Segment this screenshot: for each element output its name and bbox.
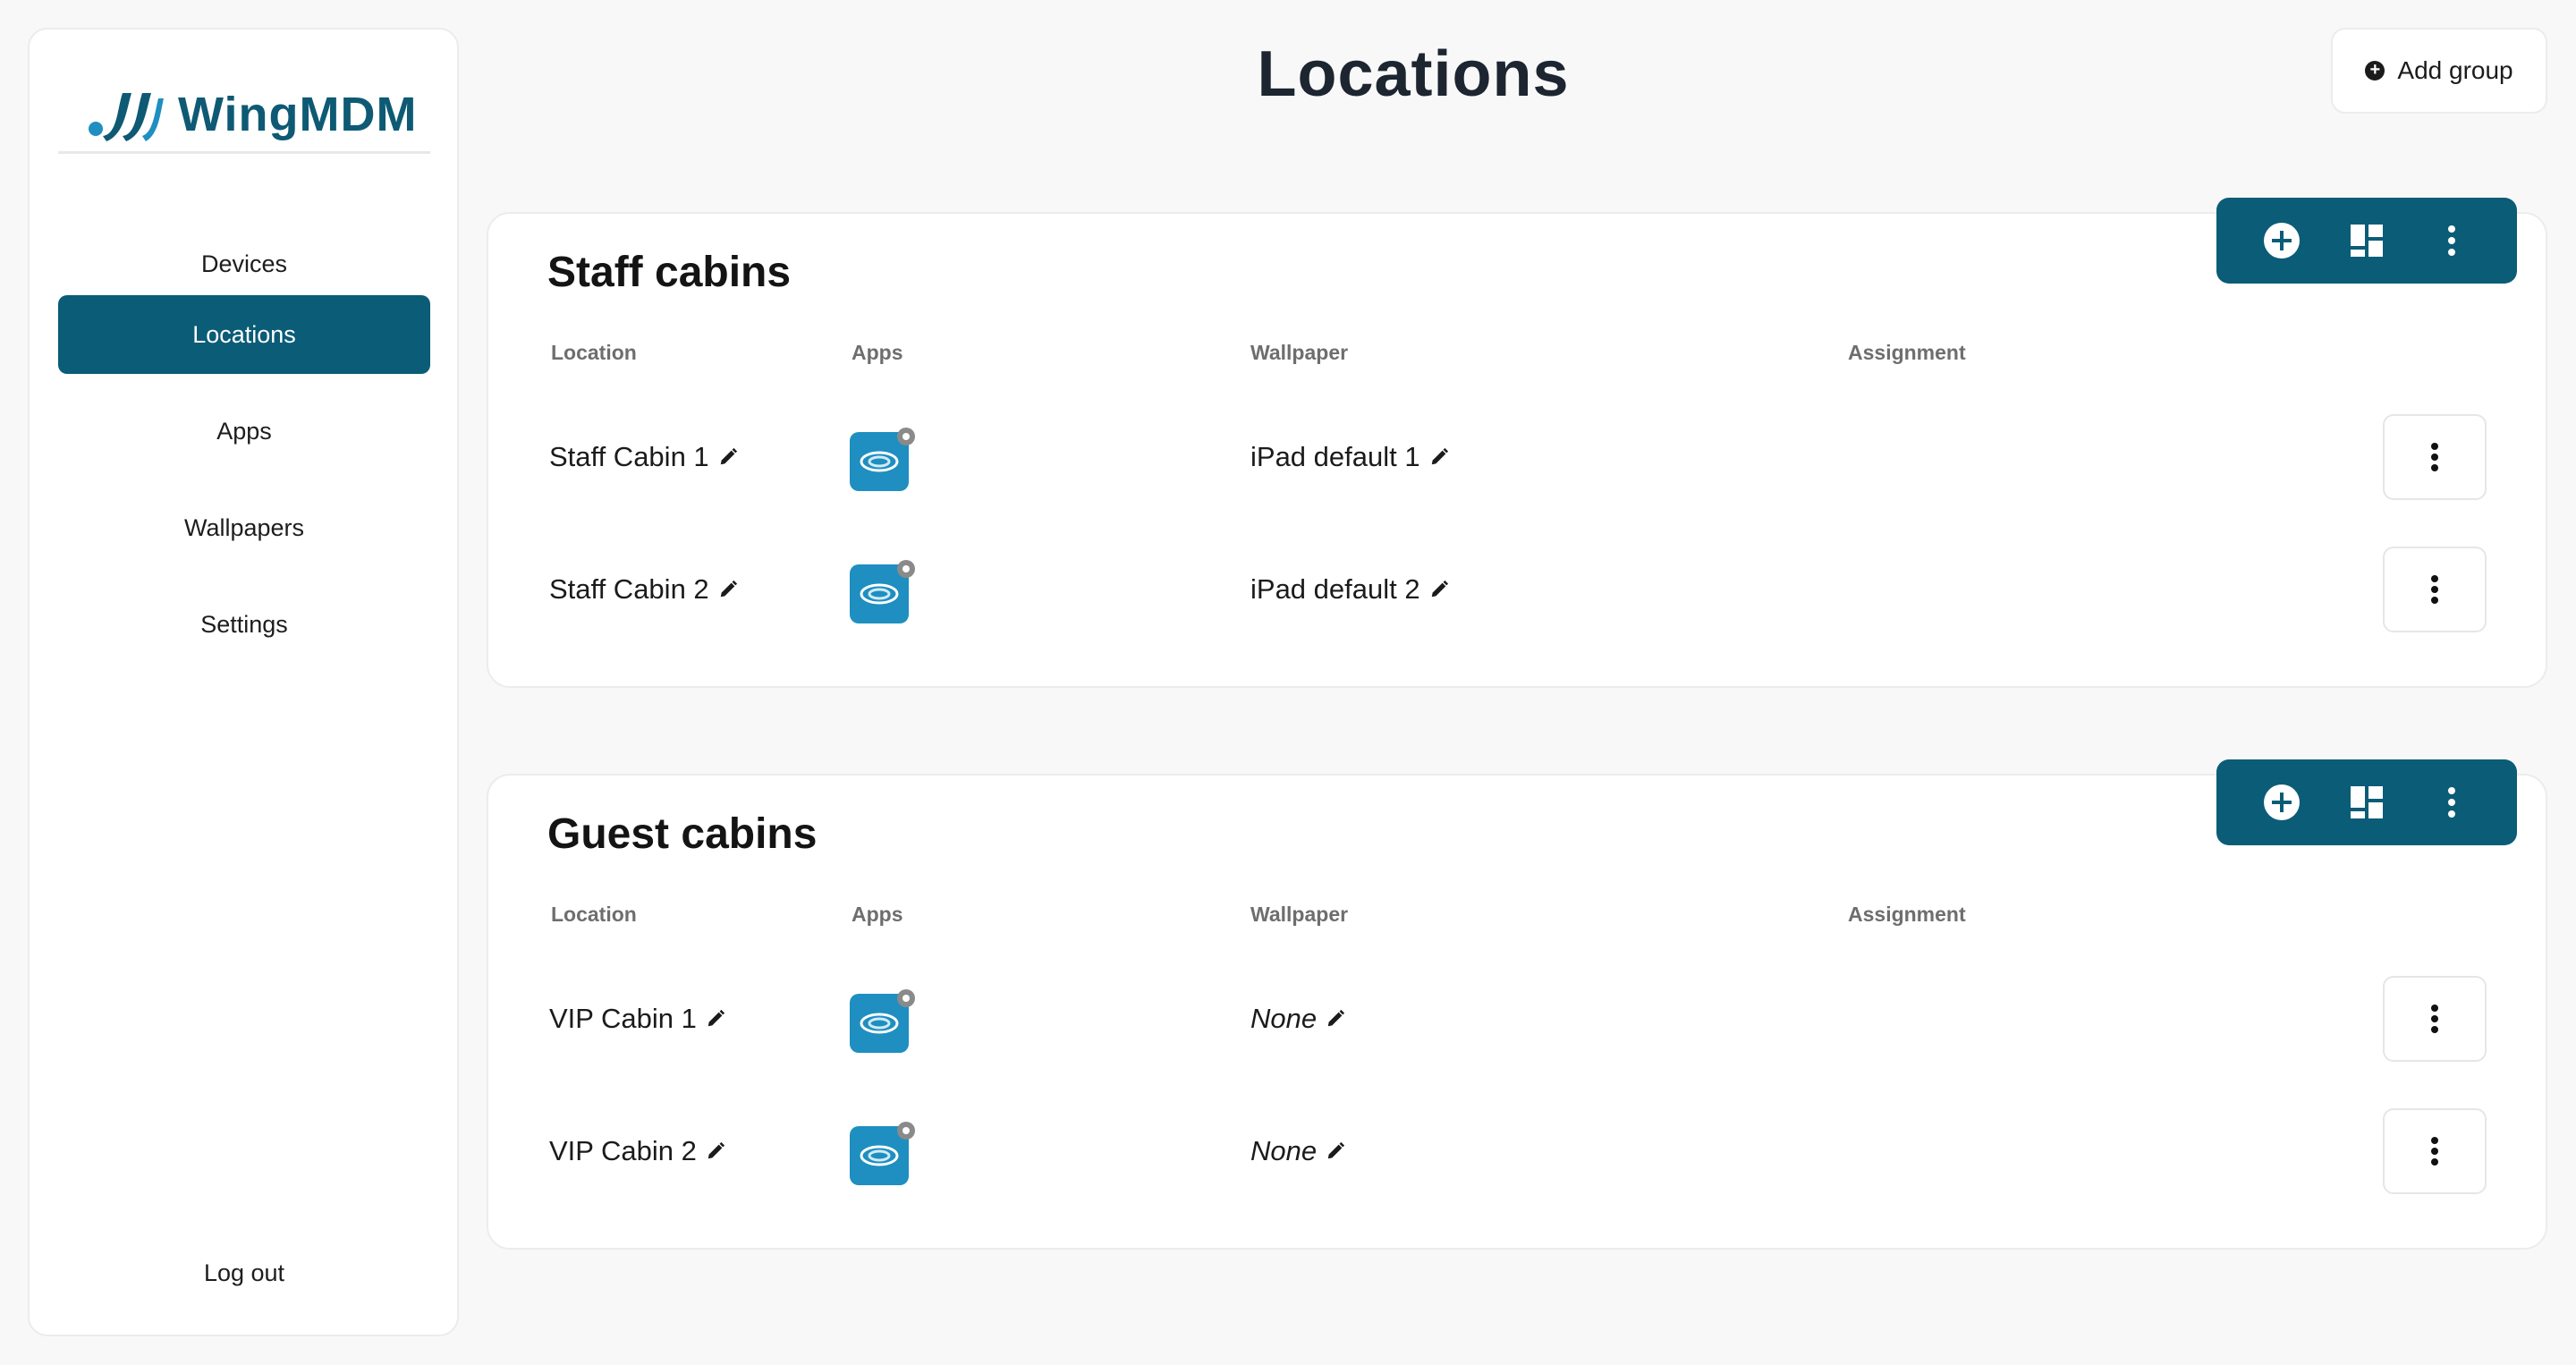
group-menu-button[interactable]: [2425, 776, 2479, 829]
wallpaper-cell: None: [1250, 1003, 1345, 1035]
wingmdm-logo-icon: [89, 93, 164, 141]
brand-name: WingMDM: [178, 88, 418, 141]
location-cell: Staff Cabin 2: [549, 573, 738, 606]
gear-icon[interactable]: [894, 425, 918, 448]
layout-button[interactable]: [2340, 776, 2394, 829]
column-header-assignment: Assignment: [1848, 903, 1966, 926]
group-menu-button[interactable]: [2425, 214, 2479, 267]
row-menu-button[interactable]: [2383, 976, 2487, 1062]
location-name: Staff Cabin 1: [549, 441, 709, 472]
more-vertical-icon: [2447, 787, 2455, 818]
layout-grid-icon: [2350, 225, 2383, 257]
sidebar-item-wallpapers[interactable]: Wallpapers: [58, 488, 430, 567]
column-header-wallpaper: Wallpaper: [1250, 341, 1349, 364]
gear-icon[interactable]: [894, 557, 918, 581]
column-header-location: Location: [551, 903, 637, 926]
table-row: Staff Cabin 1 iPad default 1: [488, 414, 2546, 504]
gear-icon[interactable]: [894, 987, 918, 1010]
layout-button[interactable]: [2340, 214, 2394, 267]
brand-logo[interactable]: WingMDM: [87, 65, 462, 164]
group-toolbar: [2216, 759, 2517, 845]
logo-divider: [58, 151, 430, 154]
wallpaper-name: iPad default 1: [1250, 441, 1420, 472]
location-name: VIP Cabin 2: [549, 1135, 697, 1166]
wallpaper-cell: iPad default 1: [1250, 441, 1449, 473]
edit-location-icon[interactable]: [706, 1009, 725, 1029]
more-vertical-icon: [2431, 575, 2438, 604]
column-header-location: Location: [551, 341, 637, 364]
more-vertical-icon: [2431, 1005, 2438, 1033]
location-cell: VIP Cabin 1: [549, 1003, 725, 1035]
sidebar-item-apps[interactable]: Apps: [58, 392, 430, 471]
sidebar-item-devices[interactable]: Devices: [58, 225, 430, 303]
location-cell: Staff Cabin 1: [549, 441, 738, 473]
add-group-label: Add group: [2397, 56, 2513, 84]
location-name: VIP Cabin 1: [549, 1003, 697, 1034]
wallpaper-name: None: [1250, 1003, 1318, 1034]
row-menu-button[interactable]: [2383, 414, 2487, 500]
group-title: Guest cabins: [547, 810, 818, 858]
more-vertical-icon: [2431, 1137, 2438, 1166]
plus-circle-icon: [2264, 784, 2301, 820]
sidebar-item-locations[interactable]: Locations: [58, 295, 430, 374]
add-location-button[interactable]: [2255, 214, 2309, 267]
wallpaper-cell: iPad default 2: [1250, 573, 1449, 606]
edit-location-icon[interactable]: [706, 1141, 725, 1161]
wallpaper-cell: None: [1250, 1135, 1345, 1167]
edit-location-icon[interactable]: [718, 580, 738, 599]
plus-circle-icon: [2264, 223, 2301, 259]
sidebar: WingMDM Devices Locations Apps Wallpaper…: [28, 28, 459, 1336]
table-row: Staff Cabin 2 iPad default 2: [488, 547, 2546, 636]
group-card: Staff cabins Location Apps Wallpaper Ass…: [487, 198, 2547, 688]
add-location-button[interactable]: [2255, 776, 2309, 829]
wallpaper-name: None: [1250, 1135, 1318, 1166]
table-row: VIP Cabin 2 None: [488, 1108, 2546, 1198]
gear-icon[interactable]: [894, 1119, 918, 1142]
location-name: Staff Cabin 2: [549, 573, 709, 605]
edit-wallpaper-icon[interactable]: [1429, 580, 1449, 599]
edit-wallpaper-icon[interactable]: [1429, 447, 1449, 467]
page-title: Locations: [1257, 38, 1570, 110]
edit-wallpaper-icon[interactable]: [1326, 1009, 1345, 1029]
edit-location-icon[interactable]: [718, 447, 738, 467]
sidebar-item-settings[interactable]: Settings: [58, 585, 430, 664]
edit-wallpaper-icon[interactable]: [1326, 1141, 1345, 1161]
wallpaper-name: iPad default 2: [1250, 573, 1420, 605]
location-cell: VIP Cabin 2: [549, 1135, 725, 1167]
more-vertical-icon: [2447, 225, 2455, 256]
table-row: VIP Cabin 1 None: [488, 976, 2546, 1065]
column-header-apps: Apps: [852, 341, 903, 364]
layout-grid-icon: [2350, 786, 2383, 818]
group-card: Guest cabins Location Apps Wallpaper Ass…: [487, 759, 2547, 1250]
more-vertical-icon: [2431, 443, 2438, 471]
logout-button[interactable]: Log out: [58, 1246, 430, 1300]
group-toolbar: [2216, 198, 2517, 284]
plus-icon: +: [2365, 61, 2385, 81]
column-header-assignment: Assignment: [1848, 341, 1966, 364]
add-group-button[interactable]: + Add group: [2331, 28, 2547, 114]
row-menu-button[interactable]: [2383, 1108, 2487, 1194]
row-menu-button[interactable]: [2383, 547, 2487, 632]
group-title: Staff cabins: [547, 249, 792, 296]
column-header-apps: Apps: [852, 903, 903, 926]
column-header-wallpaper: Wallpaper: [1250, 903, 1349, 926]
